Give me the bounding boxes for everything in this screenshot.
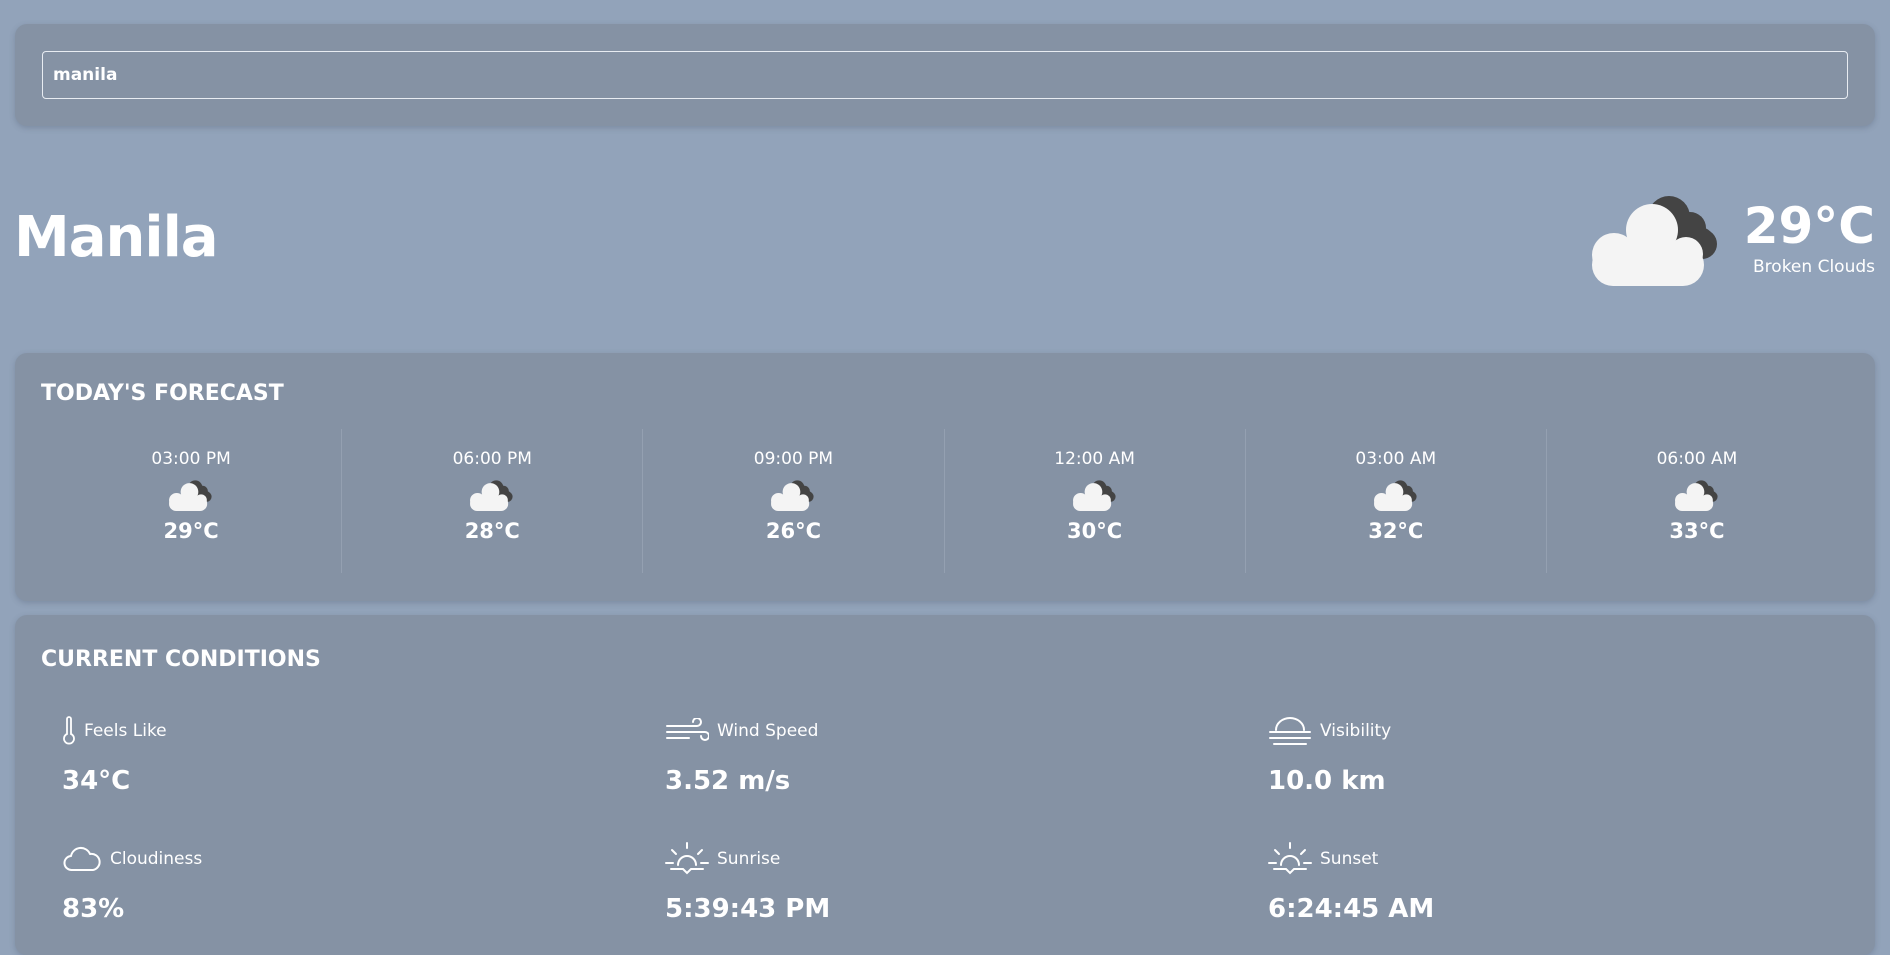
forecast-time: 12:00 AM — [1054, 449, 1135, 469]
forecast-temp: 33°C — [1669, 519, 1725, 543]
thermometer-icon — [63, 716, 75, 745]
forecast-time: 03:00 PM — [151, 449, 231, 469]
forecast-list: 03:00 PM 29°C 06:00 PM 28°C 09:00 PM 26°… — [41, 429, 1847, 573]
forecast-item: 06:00 PM 28°C — [342, 429, 644, 573]
sunset-label: Sunset — [1320, 849, 1379, 869]
conditions-title: CURRENT CONDITIONS — [41, 647, 321, 672]
condition-sunrise: Sunrise 5:39:43 PM — [665, 842, 1225, 924]
forecast-temp: 32°C — [1368, 519, 1424, 543]
city-name: Manila — [14, 205, 219, 270]
sunrise-label: Sunrise — [717, 849, 781, 869]
condition-sunset: Sunset 6:24:45 AM — [1268, 842, 1828, 924]
forecast-item: 12:00 AM 30°C — [945, 429, 1246, 573]
forecast-item: 03:00 AM 32°C — [1246, 429, 1547, 573]
broken-clouds-icon — [771, 480, 815, 511]
visibility-value: 10.0 km — [1268, 766, 1386, 796]
forecast-title: TODAY'S FORECAST — [41, 381, 284, 406]
search-card — [15, 24, 1875, 126]
broken-clouds-icon — [1373, 480, 1417, 511]
broken-clouds-icon — [470, 480, 513, 511]
forecast-time: 09:00 PM — [753, 449, 834, 469]
sunrise-value: 5:39:43 PM — [665, 894, 831, 924]
forecast-item: 09:00 PM 26°C — [643, 429, 945, 573]
feels-like-value: 34°C — [62, 766, 131, 796]
cloudiness-label: Cloudiness — [110, 849, 203, 869]
condition-cloudiness: Cloudiness 83% — [62, 842, 622, 924]
wind-icon — [666, 718, 709, 741]
wind-speed-label: Wind Speed — [717, 721, 819, 741]
sunrise-icon — [665, 842, 709, 875]
current-temperature: 29°C — [1743, 197, 1875, 255]
feels-like-label: Feels Like — [84, 721, 167, 741]
forecast-item: 03:00 PM 29°C — [41, 429, 343, 573]
condition-wind-speed: Wind Speed 3.52 m/s — [665, 714, 1225, 796]
forecast-temp: 30°C — [1067, 519, 1123, 543]
forecast-temp: 29°C — [163, 519, 219, 543]
sunset-value: 6:24:45 AM — [1268, 894, 1435, 924]
forecast-time: 06:00 AM — [1656, 449, 1738, 469]
broken-clouds-icon — [1674, 480, 1718, 511]
forecast-temp: 28°C — [464, 519, 520, 543]
visibility-label: Visibility — [1320, 721, 1392, 741]
cloud-icon — [63, 846, 101, 871]
sunset-icon — [1268, 842, 1312, 875]
forecast-time: 03:00 AM — [1355, 449, 1437, 469]
forecast-time: 06:00 PM — [452, 449, 532, 469]
condition-feels-like: Feels Like 34°C — [62, 714, 622, 796]
broken-clouds-icon — [1072, 480, 1116, 511]
forecast-item: 06:00 AM 33°C — [1547, 429, 1847, 573]
current-description: Broken Clouds — [1753, 257, 1875, 277]
conditions-card: CURRENT CONDITIONS Feels Like 34°C Wind … — [15, 615, 1875, 955]
forecast-card: TODAY'S FORECAST 03:00 PM 29°C 06:00 PM … — [15, 353, 1875, 601]
broken-clouds-icon — [169, 480, 212, 511]
cloudiness-value: 83% — [62, 894, 125, 924]
fog-icon — [1269, 717, 1311, 745]
broken-clouds-icon — [1592, 196, 1717, 286]
wind-speed-value: 3.52 m/s — [665, 766, 791, 796]
condition-visibility: Visibility 10.0 km — [1268, 714, 1828, 796]
city-search-input[interactable] — [42, 51, 1848, 99]
forecast-temp: 26°C — [765, 519, 821, 543]
